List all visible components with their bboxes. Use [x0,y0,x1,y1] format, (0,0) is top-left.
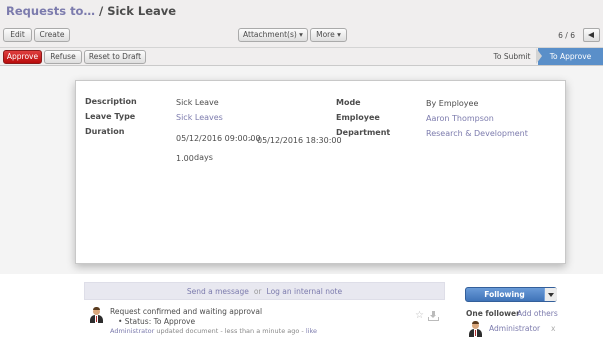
message-meta: Administrator updated document - less th… [110,327,317,335]
log-note-link[interactable]: Log an internal note [267,287,343,296]
breadcrumb-parent[interactable]: Requests to… [6,4,95,18]
form-sheet: Description Sick Leave Leave Type Sick L… [75,80,566,264]
attachments-button[interactable]: Attachment(s) ▾ [238,28,308,42]
refuse-button[interactable]: Refuse [44,50,82,64]
days-unit: days [194,153,213,162]
follower-avatar [468,321,483,337]
edit-button[interactable]: Edit [3,28,32,42]
message-meta-text: updated document - less than a minute ag… [154,327,306,335]
breadcrumb: Requests to… / Sick Leave [6,4,176,18]
department-label: Department [336,128,391,137]
star-icon[interactable]: ☆ [415,311,424,321]
pager-prev-icon [588,32,594,38]
message-status: • Status: To Approve [118,317,196,326]
stage-to-submit: To Submit [493,52,531,61]
mode-value: By Employee [426,99,479,108]
department-value[interactable]: Research & Development [426,129,528,138]
add-others-link[interactable]: Add others [517,309,558,318]
message-author-link[interactable]: Administrator [110,327,154,335]
description-value: Sick Leave [176,98,219,107]
leave-type-label: Leave Type [85,112,136,121]
dropdown-caret-icon [548,293,554,297]
message-title: Request confirmed and waiting approval [110,307,263,316]
mode-label: Mode [336,98,361,107]
stage-to-approve: To Approve [538,48,603,65]
compose-bar: Send a message or Log an internal note [84,282,445,300]
employee-label: Employee [336,113,380,122]
pager-value[interactable]: 6 / 6 [558,31,575,40]
send-message-link[interactable]: Send a message [187,287,249,296]
breadcrumb-separator: / [94,4,108,18]
reset-to-draft-button[interactable]: Reset to Draft [84,50,146,64]
leave-type-value[interactable]: Sick Leaves [176,113,223,122]
date-separator: - [249,135,252,144]
pager-prev-button[interactable] [583,28,600,42]
followers-title: One follower [466,309,520,318]
status-bar: Approve Refuse Reset to Draft To Submit … [0,48,603,66]
days-value: 1.00 [176,154,194,163]
follower-name[interactable]: Administrator [489,324,540,333]
approve-button[interactable]: Approve [3,50,42,64]
compose-or: or [253,287,262,296]
create-button[interactable]: Create [34,28,70,42]
control-panel: Requests to… / Sick Leave Edit Create At… [0,0,603,48]
following-label[interactable]: Following [466,288,543,301]
breadcrumb-current: Sick Leave [107,4,177,18]
following-button[interactable]: Following [465,287,557,302]
date-from-value: 05/12/2016 09:00:00 [176,134,261,143]
download-icon[interactable] [428,311,439,321]
date-to-value: 05/12/2016 18:30:00 [257,136,342,145]
description-label: Description [85,97,137,106]
more-button[interactable]: More ▾ [310,28,347,42]
like-link[interactable]: like [306,327,317,335]
employee-value[interactable]: Aaron Thompson [426,114,494,123]
message-author-avatar [89,307,104,323]
duration-label: Duration [85,127,125,136]
remove-follower-button[interactable]: x [551,324,555,333]
stage-separator [536,48,542,64]
following-dropdown[interactable] [544,288,557,301]
